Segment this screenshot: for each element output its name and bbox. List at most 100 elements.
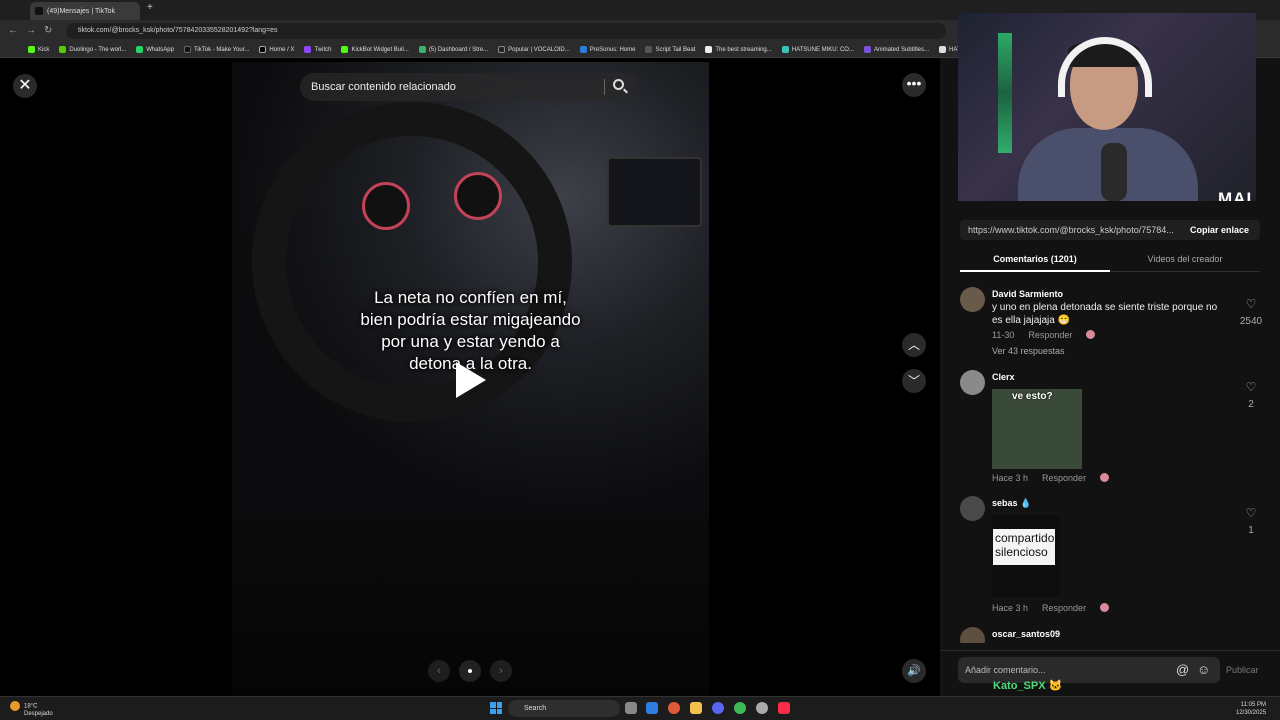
weather-widget[interactable]: 18°C Despejado xyxy=(10,701,53,718)
browser-tab[interactable]: (49)Mensajes | TikTok xyxy=(30,2,140,20)
like-count: 1 xyxy=(1248,525,1254,536)
discord-icon[interactable] xyxy=(712,702,724,714)
bookmark-item[interactable]: Script Tail Beat xyxy=(645,46,695,53)
settings-icon[interactable] xyxy=(756,702,768,714)
comment-gif[interactable]: ve esto? xyxy=(992,389,1082,469)
bookmark-item[interactable]: Home / X xyxy=(259,46,294,53)
creator-liked-icon xyxy=(1100,603,1110,612)
start-button[interactable] xyxy=(490,702,502,714)
tab-title: (49)Mensajes | TikTok xyxy=(47,7,115,15)
webcam-overlay: MAI xyxy=(958,13,1256,201)
copy-link-button[interactable]: Copiar enlace xyxy=(1190,225,1249,235)
comment-placeholder: Añadir comentario... xyxy=(965,665,1046,675)
emoji-icon[interactable]: ☺ xyxy=(1197,662,1210,677)
clock-date: 12/30/2025 xyxy=(1236,710,1267,716)
comment-item: sebas 💧 compartido silencioso Hace 3 h R… xyxy=(960,496,1270,616)
tab-comments[interactable]: Comentarios (1201) xyxy=(960,254,1110,264)
edge-icon[interactable] xyxy=(646,702,658,714)
reply-button[interactable]: Responder xyxy=(1042,473,1086,483)
close-icon: ✕ xyxy=(18,77,32,94)
bookmark-item[interactable]: (5) Dashboard / Stre... xyxy=(418,46,488,53)
file-explorer-icon[interactable] xyxy=(690,702,702,714)
app-icon[interactable] xyxy=(668,702,680,714)
back-icon[interactable]: ← xyxy=(8,25,18,36)
like-button[interactable]: ♡ 2540 xyxy=(1238,297,1264,329)
task-view-icon[interactable] xyxy=(625,702,637,714)
comment-username[interactable]: sebas 💧 xyxy=(992,498,1031,509)
taskbar: 18°C Despejado Search 11:05 PM 12/30/202… xyxy=(0,696,1280,720)
comment-username[interactable]: David Sarmiento xyxy=(992,289,1063,299)
comment-username[interactable]: Clerx xyxy=(992,372,1015,382)
next-post-button[interactable]: ﹀ xyxy=(902,369,926,393)
bookmark-item[interactable]: Duolingo - The worl... xyxy=(59,46,126,53)
bookmark-item[interactable]: TikTok - Make Your... xyxy=(183,46,249,53)
bookmark-item[interactable]: Twitch xyxy=(304,46,331,53)
active-tab-indicator xyxy=(960,270,1110,272)
stream-chat-overlay: Kato_SPX 🐱 xyxy=(993,680,1063,692)
tab-creator-videos[interactable]: Videos del creador xyxy=(1110,254,1260,264)
stream-brand-text: MAI xyxy=(1218,189,1253,201)
search-divider xyxy=(604,79,605,95)
comment-gif[interactable]: compartido silencioso xyxy=(992,515,1060,597)
taskbar-search[interactable]: Search xyxy=(508,700,620,717)
bookmark-item[interactable]: PreSonus: Home xyxy=(579,46,635,53)
like-button[interactable]: ♡ 1 xyxy=(1238,506,1264,538)
tiktok-icon xyxy=(35,7,43,15)
play-icon[interactable] xyxy=(456,362,486,398)
view-replies-button[interactable]: Ver 43 respuestas xyxy=(992,346,1065,356)
chevron-up-icon: ︿ xyxy=(907,338,920,352)
more-icon: ••• xyxy=(906,75,922,91)
clock-time: 11:05 PM xyxy=(1240,702,1267,708)
comment-username[interactable]: oscar_santos09 xyxy=(992,629,1060,639)
search-input[interactable]: Buscar contenido relacionado xyxy=(311,81,456,93)
speaker-icon: 🔊 xyxy=(907,665,921,677)
avatar[interactable] xyxy=(960,370,985,395)
pager-dot xyxy=(459,660,481,682)
avatar[interactable] xyxy=(960,287,985,312)
mention-icon[interactable]: @ xyxy=(1176,662,1189,677)
comment-footer: Añadir comentario... @ ☺ Publicar Kato_S… xyxy=(940,650,1280,696)
more-button[interactable]: ••• xyxy=(902,73,926,97)
like-button[interactable]: ♡ 2 xyxy=(1238,380,1264,412)
photo-pager: ‹ › xyxy=(428,660,514,684)
bookmark-item[interactable]: HATSUNE MIKU: CO... xyxy=(781,46,854,53)
caption-line: La neta no confíen en mí, xyxy=(374,288,567,307)
share-url: https://www.tiktok.com/@brocks_ksk/photo… xyxy=(968,225,1174,235)
close-button[interactable]: ✕ xyxy=(13,74,37,98)
gauge-left xyxy=(362,182,410,230)
comment-text: y uno en plena detonada se siente triste… xyxy=(992,302,1218,326)
chrome-icon[interactable] xyxy=(734,702,746,714)
reply-button[interactable]: Responder xyxy=(1042,603,1086,613)
bookmark-item[interactable]: Kick xyxy=(28,46,49,53)
gauge-right xyxy=(454,172,502,220)
search-icon[interactable] xyxy=(613,79,624,90)
music-icon[interactable] xyxy=(778,702,790,714)
url-field[interactable]: tiktok.com/@brocks_ksk/photo/75784203355… xyxy=(66,23,946,39)
heart-icon: ♡ xyxy=(1245,380,1257,394)
related-search-bar[interactable]: Buscar contenido relacionado xyxy=(300,73,638,101)
like-count: 2 xyxy=(1248,399,1254,410)
caption-line: bien podría estar migajeando xyxy=(360,310,581,329)
bookmark-item[interactable]: The best streaming... xyxy=(705,46,772,53)
comment-meta: Hace 3 h Responder xyxy=(992,473,1110,483)
bookmark-item[interactable]: WhatsApp xyxy=(136,46,174,53)
publish-button[interactable]: Publicar xyxy=(1226,665,1259,675)
avatar[interactable] xyxy=(960,627,985,643)
pager-next-button[interactable]: › xyxy=(490,660,512,682)
volume-button[interactable]: 🔊 xyxy=(902,659,926,683)
like-count: 2540 xyxy=(1239,316,1263,327)
comment-item: oscar_santos09 xyxy=(960,627,1270,643)
bookmark-item[interactable]: Animated Subtitles... xyxy=(863,46,929,53)
reload-icon[interactable]: ↻ xyxy=(44,25,52,36)
taskbar-search-label: Search xyxy=(524,705,547,712)
forward-icon[interactable]: → xyxy=(26,25,36,36)
pager-prev-button[interactable]: ‹ xyxy=(428,660,450,682)
system-clock[interactable]: 11:05 PM 12/30/2025 xyxy=(1236,701,1266,717)
photo-slide[interactable]: La neta no confíen en mí, bien podría es… xyxy=(232,62,709,697)
bookmark-item[interactable]: KickBot Widget Buil... xyxy=(341,46,409,53)
previous-post-button[interactable]: ︿ xyxy=(902,333,926,357)
avatar[interactable] xyxy=(960,496,985,521)
reply-button[interactable]: Responder xyxy=(1028,330,1072,340)
bookmark-item[interactable]: Popular | VOCALOID... xyxy=(498,46,570,53)
new-tab-icon[interactable]: + xyxy=(147,2,153,13)
